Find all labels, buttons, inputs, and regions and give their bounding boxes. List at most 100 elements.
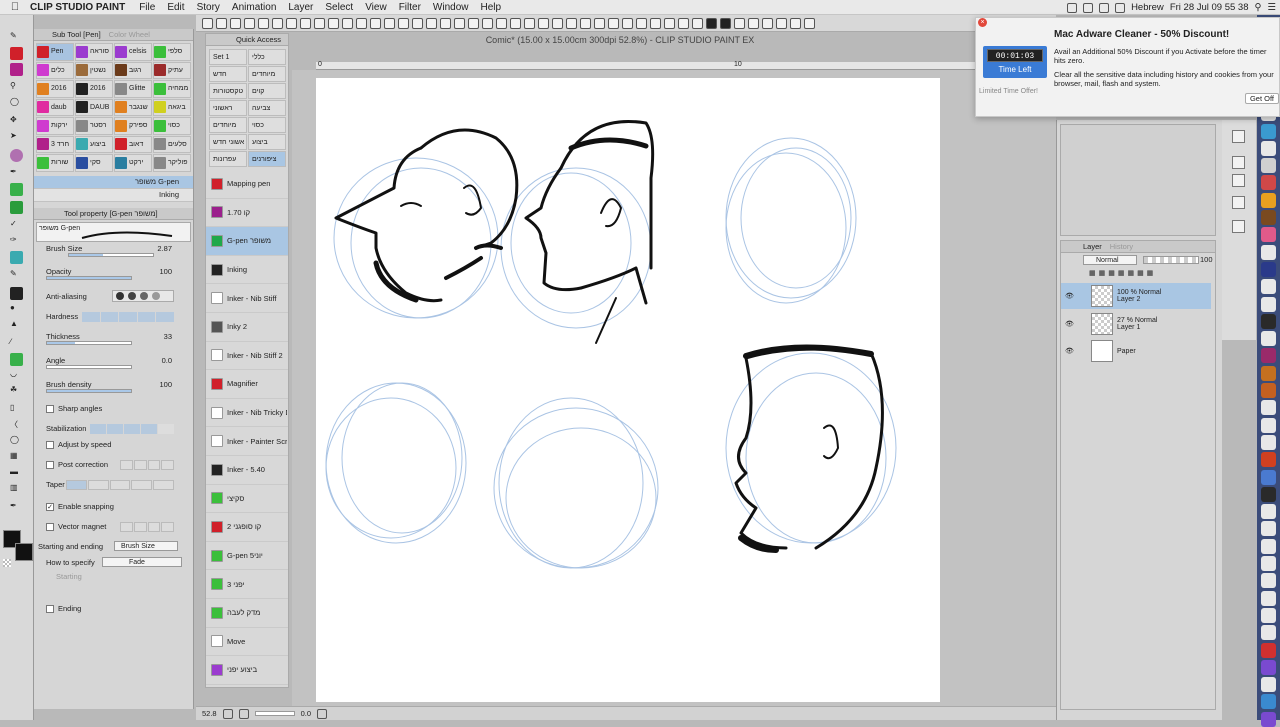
menu-select[interactable]: Select <box>319 2 359 13</box>
marker-icon[interactable] <box>10 251 23 264</box>
toolbar-button-icon[interactable] <box>650 17 661 29</box>
close-icon[interactable]: × <box>978 18 987 27</box>
toolbar-button-icon[interactable] <box>706 17 717 29</box>
zoom-value[interactable]: 52.8 <box>202 709 217 718</box>
menu-window[interactable]: Window <box>427 2 475 13</box>
gradient-icon[interactable]: ◡ <box>10 369 23 382</box>
brush-cell[interactable]: ממחיה <box>153 80 191 98</box>
toolbar-button-icon[interactable] <box>328 17 339 29</box>
quick-access-item[interactable]: קו סופגני 2 <box>206 513 288 542</box>
toolbar-button-icon[interactable] <box>342 17 353 29</box>
magenta-swatch-icon[interactable] <box>10 63 23 76</box>
menu-help[interactable]: Help <box>475 2 508 13</box>
toolbar-button-icon[interactable] <box>202 17 213 29</box>
dock-app-icon[interactable] <box>1261 417 1276 433</box>
quick-access-set[interactable]: כללי <box>248 49 286 65</box>
brush-cell[interactable]: סלעים <box>153 135 191 153</box>
panel-toggle-icon[interactable] <box>1232 220 1245 233</box>
toolbar-button-icon[interactable] <box>692 17 703 29</box>
toolbar-button-icon[interactable] <box>272 17 283 29</box>
dock-app-icon[interactable] <box>1261 123 1276 139</box>
toolbar-button-icon[interactable] <box>482 17 493 29</box>
zoom-in-icon[interactable] <box>238 708 249 719</box>
dock-app-icon[interactable] <box>1261 573 1276 589</box>
brush-tool-icon[interactable] <box>10 149 23 162</box>
toolbar-button-icon[interactable] <box>734 17 745 29</box>
dock-app-icon[interactable] <box>1261 227 1276 243</box>
toolbar-button-icon[interactable] <box>608 17 619 29</box>
opacity-row[interactable]: Opacity 100 <box>46 267 190 280</box>
rotation-value[interactable]: 0.0 <box>301 709 311 718</box>
quick-access-item[interactable]: Inking <box>206 256 288 285</box>
dock-app-icon[interactable] <box>1261 244 1276 260</box>
toolbar-button-icon[interactable] <box>524 17 535 29</box>
color-swatches[interactable] <box>1 529 34 569</box>
menu-list-icon[interactable]: ☰ <box>1267 2 1276 13</box>
angle-value[interactable]: 0.0 <box>162 356 172 365</box>
dock-app-icon[interactable] <box>1261 331 1276 347</box>
move-icon[interactable]: ✥ <box>10 115 23 128</box>
layer-name[interactable]: Paper <box>1117 348 1136 355</box>
layer-row-layer-1[interactable]: 👁 27 % Normal Layer 1 <box>1061 311 1211 337</box>
menu-edit[interactable]: Edit <box>161 2 190 13</box>
quick-access-item[interactable]: יפני 3 <box>206 570 288 599</box>
object-icon[interactable]: ➤ <box>10 131 23 144</box>
toolbar-button-icon[interactable] <box>790 17 801 29</box>
battery-icon[interactable] <box>1115 2 1126 13</box>
brush-cell[interactable]: עתיק <box>153 61 191 79</box>
dock-app-icon[interactable] <box>1261 711 1276 727</box>
toolbar-button-icon[interactable] <box>678 17 689 29</box>
toolbar-button-icon[interactable] <box>230 17 241 29</box>
dock-app-icon[interactable] <box>1261 642 1276 658</box>
zoom-out-icon[interactable] <box>222 708 233 719</box>
toolbar-button-icon[interactable] <box>300 17 311 29</box>
ink-icon[interactable]: ✎ <box>10 269 23 282</box>
toolbar-button-icon[interactable] <box>426 17 437 29</box>
toolbar-button-icon[interactable] <box>804 17 815 29</box>
post-correction-row[interactable]: Post correction <box>46 459 190 470</box>
brush-cell[interactable]: DAUB <box>75 98 113 116</box>
toolbar-button-icon[interactable] <box>286 17 297 29</box>
toolbar-button-icon[interactable] <box>664 17 675 29</box>
dock-app-icon[interactable] <box>1261 400 1276 416</box>
dock-app-icon[interactable] <box>1261 279 1276 295</box>
toolbar-button-icon[interactable] <box>454 17 465 29</box>
toolbar-button-icon[interactable] <box>636 17 647 29</box>
brush-cell[interactable]: חרד 3 <box>36 135 74 153</box>
toolbar-button-icon[interactable] <box>384 17 395 29</box>
quick-access-item[interactable]: Mapping pen <box>206 170 288 199</box>
menu-file[interactable]: File <box>133 2 161 13</box>
post-correction-checkbox[interactable] <box>46 460 54 469</box>
vector-magnet-checkbox[interactable] <box>46 522 54 531</box>
enable-snapping-checkbox[interactable]: ✓ <box>46 502 54 511</box>
dock-app-icon[interactable] <box>1261 175 1276 191</box>
opacity-value[interactable]: 100 <box>159 267 172 276</box>
brush-cell[interactable]: ירקט <box>114 154 152 172</box>
brush-cell[interactable]: 2016 <box>36 80 74 98</box>
dock-app-icon[interactable] <box>1261 296 1276 312</box>
brush-cell[interactable]: daub <box>36 98 74 116</box>
brush-density-row[interactable]: Brush density 100 <box>46 380 190 393</box>
quick-access-item[interactable]: סקיצי <box>206 485 288 514</box>
quick-access-item[interactable]: Inker - 5.40 <box>206 456 288 485</box>
layer-row-layer-2[interactable]: 👁 100 % Normal Layer 2 <box>1061 283 1211 309</box>
anti-aliasing-row[interactable]: Anti-aliasing <box>46 289 190 302</box>
quick-access-set[interactable]: קוים <box>248 83 286 99</box>
brush-cell[interactable]: ביגאה <box>153 98 191 116</box>
toolbar-button-icon[interactable] <box>594 17 605 29</box>
brush-cell[interactable]: רסטר <box>75 117 113 135</box>
panel-toggle-icon[interactable] <box>1232 130 1245 143</box>
layer-name[interactable]: Layer 1 <box>1117 324 1157 331</box>
angle-row[interactable]: Angle 0.0 <box>46 356 190 369</box>
quick-access-set[interactable]: כסוי <box>248 117 286 133</box>
toolbar-button-icon[interactable] <box>314 17 325 29</box>
toolbar-button-icon[interactable] <box>412 17 423 29</box>
dock-app-icon[interactable] <box>1261 434 1276 450</box>
pen-tool-icon[interactable]: ✎ <box>10 31 23 44</box>
adware-notification[interactable]: × 00:01:03 Time Left Mac Adware Cleaner … <box>975 17 1280 117</box>
get-off-button[interactable]: Get Off <box>1244 93 1279 104</box>
toolbar-button-icon[interactable] <box>580 17 591 29</box>
figure-icon[interactable]: ▲ <box>10 319 23 332</box>
sharp-angles-checkbox[interactable] <box>46 404 54 413</box>
quick-access-set[interactable]: ביצוע <box>248 134 286 150</box>
